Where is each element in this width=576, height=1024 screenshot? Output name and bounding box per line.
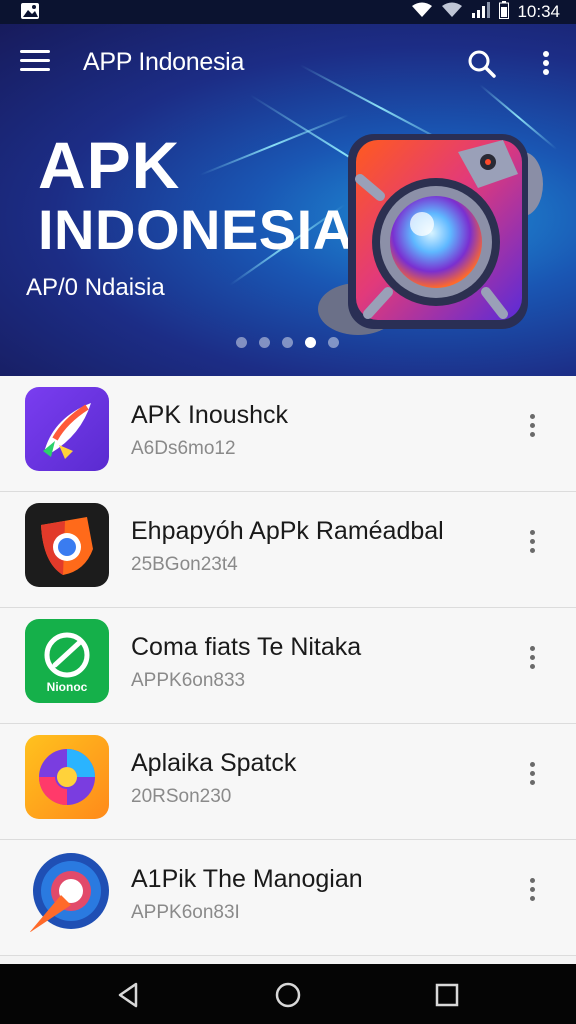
app-name: Ehpapyóh ApPk Raméadbal [131, 517, 444, 545]
icon-label: Nionoc [47, 680, 88, 694]
more-vert-icon[interactable] [522, 642, 542, 676]
recents-icon[interactable] [432, 980, 462, 1010]
hero-title-line1: APK [38, 128, 181, 202]
wifi-icon [441, 2, 463, 23]
hero-subtitle: AP/0 Ndaisia [26, 274, 165, 301]
more-vert-icon[interactable] [522, 758, 542, 792]
hero-title-line2: INDONESIA [38, 198, 354, 261]
browser-shield-icon [25, 503, 109, 587]
list-item[interactable]: Ehpapyóh ApPk Raméadbal 25BGon23t4 [0, 492, 576, 608]
app-name: Aplaika Spatck [131, 749, 297, 777]
more-vert-icon[interactable] [522, 874, 542, 908]
app-title: APP Indonesia [83, 48, 245, 76]
status-time: 10:34 [517, 2, 560, 21]
gallery-icon [20, 2, 40, 20]
tools-badge-icon: Nionoc [25, 619, 109, 703]
more-vert-icon[interactable] [522, 526, 542, 560]
wifi-icon [411, 2, 433, 23]
carousel-dot[interactable] [259, 337, 270, 348]
app-size: 25BGon23t4 [131, 554, 238, 575]
app-name: A1Pik The Manogian [131, 865, 363, 893]
hero-title: APK INDONESIA [38, 132, 354, 258]
back-icon[interactable] [114, 980, 144, 1010]
list-item[interactable]: Nionoc Coma fiats Te Nitaka APPK6on833 [0, 608, 576, 724]
search-icon[interactable] [466, 48, 498, 80]
carousel-dot[interactable] [328, 337, 339, 348]
globe-rocket-icon [25, 851, 109, 935]
camera-app-icon [318, 124, 548, 344]
carousel-dots [236, 337, 339, 348]
app-bar: APP Indonesia [0, 24, 576, 100]
carousel-dot[interactable] [236, 337, 247, 348]
app-size: 20RSon230 [131, 786, 232, 807]
carousel-dot-active[interactable] [305, 337, 316, 348]
app-size: A6Ds6mo12 [131, 438, 236, 459]
status-bar: 10:34 [0, 0, 576, 24]
list-item[interactable]: Aplaika Spatck 20RSon230 [0, 724, 576, 840]
signal-icon [471, 1, 491, 23]
app-size: APPK6on83I [131, 902, 240, 923]
app-name: APK Inoushck [131, 401, 289, 429]
hero-banner[interactable]: APP Indonesia APK INDONESIA AP/0 Ndaisia [0, 24, 576, 376]
battery-icon [499, 0, 510, 24]
more-vert-icon[interactable] [522, 410, 542, 444]
app-size: APPK6on833 [131, 670, 246, 691]
app-list: APK Inoushck A6Ds6mo12 Ehpapyóh ApPk Ram… [0, 376, 576, 956]
carousel-dot[interactable] [282, 337, 293, 348]
swirl-icon [25, 735, 109, 819]
list-item[interactable]: APK Inoushck A6Ds6mo12 [0, 376, 576, 492]
menu-icon[interactable] [20, 50, 50, 74]
home-icon[interactable] [273, 980, 303, 1010]
list-item[interactable]: A1Pik The Manogian APPK6on83I [0, 840, 576, 956]
system-nav-bar [0, 964, 576, 1024]
app-name: Coma fiats Te Nitaka [131, 633, 362, 661]
more-vert-icon[interactable] [536, 48, 556, 80]
rocket-icon [25, 387, 109, 471]
